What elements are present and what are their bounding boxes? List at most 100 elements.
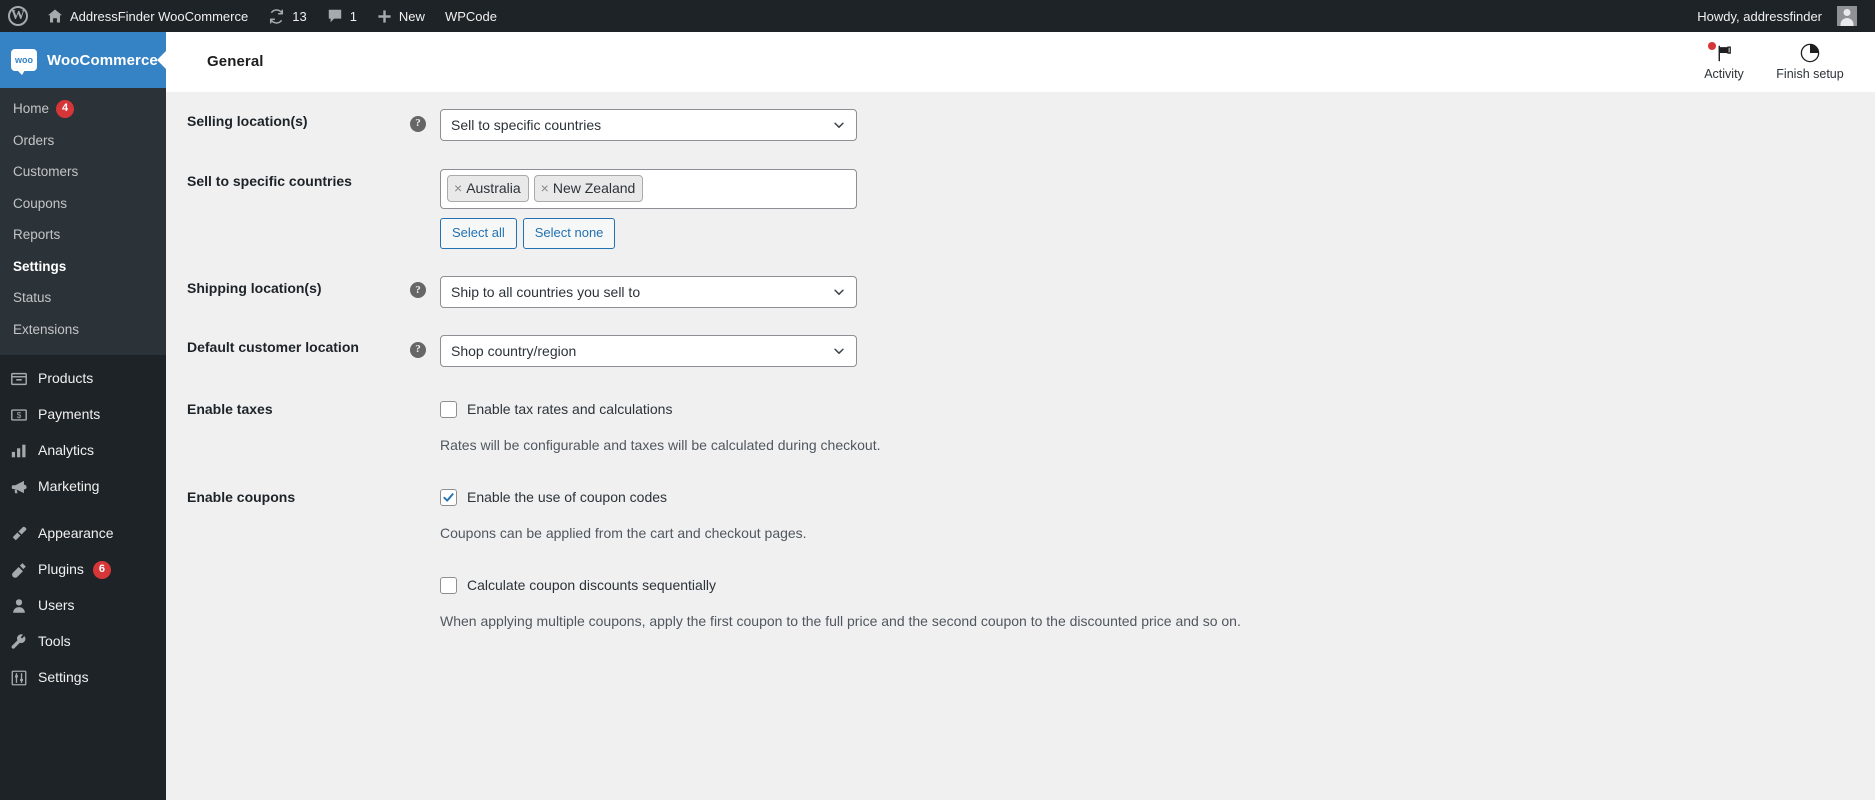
- default-customer-location-select[interactable]: Shop country/region: [440, 335, 857, 368]
- sidebar-item-status[interactable]: Status: [0, 282, 166, 314]
- sidebar-item-label: Status: [13, 290, 52, 306]
- wpcode-menu[interactable]: WPCode: [435, 0, 507, 32]
- sidebar-item-customers[interactable]: Customers: [0, 156, 166, 188]
- chevron-down-icon: [832, 344, 846, 358]
- sidebar-item-analytics[interactable]: Analytics: [0, 433, 166, 469]
- sidebar-item-appearance[interactable]: Appearance: [0, 516, 166, 552]
- plus-icon: [377, 9, 392, 24]
- woocommerce-submenu: Home 4 Orders Customers Coupons Reports …: [0, 88, 166, 355]
- enable-coupons-help-cell: [410, 466, 440, 642]
- row-enable-taxes: Enable taxes Enable tax rates and calcul…: [166, 378, 1875, 466]
- wp-main-menu: Products $ Payments Analytics Marketing: [0, 355, 166, 696]
- main-content: General Activity Finish setup Selling lo…: [166, 32, 1875, 800]
- site-name-menu[interactable]: AddressFinder WooCommerce: [37, 0, 258, 32]
- sidebar-item-marketing[interactable]: Marketing: [0, 469, 166, 505]
- shipping-locations-select[interactable]: Ship to all countries you sell to: [440, 275, 857, 308]
- sequential-coupons-check-row[interactable]: Calculate coupon discounts sequentially: [440, 575, 1865, 596]
- home-badge: 4: [56, 99, 75, 118]
- sidebar-item-wp-settings[interactable]: Settings: [0, 660, 166, 696]
- woocommerce-header: General Activity Finish setup: [166, 32, 1875, 92]
- plugins-badge: 6: [92, 560, 112, 579]
- sidebar-item-products[interactable]: Products: [0, 361, 166, 397]
- selling-locations-help-cell: ?: [410, 92, 440, 152]
- wpcode-label: WPCode: [444, 8, 497, 24]
- country-token[interactable]: × Australia: [447, 175, 529, 203]
- sidebar-item-woocommerce[interactable]: woo WooCommerce: [0, 32, 166, 88]
- sidebar-item-coupons[interactable]: Coupons: [0, 188, 166, 220]
- row-sell-to-specific-countries: Sell to specific countries × Australia ×…: [166, 152, 1875, 259]
- remove-token-icon[interactable]: ×: [454, 181, 462, 195]
- shipping-locations-field-cell: Ship to all countries you sell to: [440, 259, 1875, 319]
- help-icon[interactable]: ?: [410, 282, 426, 299]
- howdy-label: Howdy, addressfinder: [1697, 8, 1822, 24]
- selling-locations-select[interactable]: Sell to specific countries: [440, 109, 857, 141]
- default-customer-location-value: Shop country/region: [451, 343, 577, 360]
- default-customer-location-help-cell: ?: [410, 318, 440, 378]
- sidebar-item-label: Coupons: [13, 195, 68, 211]
- updates-menu[interactable]: 13: [258, 0, 316, 32]
- sidebar-item-home[interactable]: Home 4: [0, 93, 166, 125]
- shipping-locations-label: Shipping location(s): [187, 279, 322, 296]
- enable-taxes-check-row[interactable]: Enable tax rates and calculations: [440, 399, 1865, 420]
- select-all-button[interactable]: Select all: [440, 217, 517, 249]
- country-token-label: Australia: [466, 180, 521, 196]
- help-icon[interactable]: ?: [410, 341, 426, 358]
- sidebar-item-reports[interactable]: Reports: [0, 219, 166, 251]
- finish-setup-progress-icon: [1799, 42, 1821, 64]
- row-enable-coupons: Enable coupons Enable the use of coupon …: [166, 466, 1875, 642]
- sidebar-item-label: Appearance: [38, 524, 114, 541]
- finish-setup-button[interactable]: Finish setup: [1767, 42, 1853, 81]
- sell-to-specific-countries-field-cell: × Australia × New Zealand Select all Sel…: [440, 152, 1875, 259]
- country-multiselect[interactable]: × Australia × New Zealand: [440, 168, 857, 209]
- sidebar-item-payments[interactable]: $ Payments: [0, 397, 166, 433]
- updates-count: 13: [292, 8, 307, 24]
- general-settings-table: Selling location(s) ? Sell to specific c…: [166, 92, 1875, 642]
- admin-bar: W AddressFinder WooCommerce 13 1 New WPC…: [0, 0, 1875, 32]
- sell-to-specific-countries-label: Sell to specific countries: [187, 172, 352, 189]
- selling-locations-field-cell: Sell to specific countries: [440, 92, 1875, 152]
- sidebar-current-arrow: [157, 51, 166, 69]
- enable-coupons-check-row[interactable]: Enable the use of coupon codes: [440, 487, 1865, 508]
- my-account-menu[interactable]: Howdy, addressfinder: [1687, 0, 1875, 32]
- sidebar-item-extensions[interactable]: Extensions: [0, 314, 166, 346]
- default-customer-location-label: Default customer location: [187, 339, 359, 356]
- sidebar-brand-label: WooCommerce: [47, 51, 158, 69]
- activity-panel-button[interactable]: Activity: [1681, 42, 1767, 81]
- comments-count: 1: [349, 8, 357, 24]
- sidebar-item-orders[interactable]: Orders: [0, 125, 166, 157]
- sell-to-specific-countries-help-cell: [410, 152, 440, 259]
- avatar: [1837, 6, 1857, 26]
- enable-taxes-checkbox[interactable]: [440, 400, 457, 418]
- sidebar-item-users[interactable]: Users: [0, 588, 166, 624]
- admin-sidebar: woo WooCommerce Home 4 Orders Customers …: [0, 32, 166, 800]
- sidebar-item-label: Settings: [13, 258, 67, 274]
- sequential-coupons-checkbox[interactable]: [440, 576, 457, 594]
- settings-form: Selling location(s) ? Sell to specific c…: [166, 92, 1875, 642]
- enable-coupons-field-cell: Enable the use of coupon codes Coupons c…: [440, 466, 1875, 642]
- wordpress-logo-menu[interactable]: W: [0, 0, 37, 32]
- country-token[interactable]: × New Zealand: [533, 175, 644, 203]
- sidebar-divider: [0, 505, 166, 516]
- selling-locations-value: Sell to specific countries: [451, 117, 602, 133]
- page-title: General: [207, 53, 264, 70]
- remove-token-icon[interactable]: ×: [541, 181, 549, 195]
- shipping-locations-help-cell: ?: [410, 259, 440, 319]
- comments-menu[interactable]: 1: [317, 0, 367, 32]
- sidebar-item-tools[interactable]: Tools: [0, 624, 166, 660]
- enable-coupons-checkbox-label: Enable the use of coupon codes: [467, 488, 668, 505]
- chevron-down-icon: [832, 285, 846, 299]
- sidebar-item-label: Products: [38, 369, 94, 386]
- select-none-button[interactable]: Select none: [522, 217, 616, 249]
- enable-taxes-help-cell: [410, 378, 440, 466]
- users-icon: [9, 596, 29, 616]
- sidebar-item-label: Customers: [13, 164, 79, 180]
- analytics-icon: [9, 441, 29, 461]
- plugins-icon: [9, 560, 29, 580]
- sidebar-item-label: Orders: [13, 132, 55, 148]
- enable-coupons-checkbox[interactable]: [440, 488, 457, 506]
- help-icon[interactable]: ?: [410, 115, 426, 132]
- sidebar-item-plugins[interactable]: Plugins 6: [0, 552, 166, 588]
- products-icon: [9, 369, 29, 389]
- sidebar-item-settings[interactable]: Settings: [0, 251, 166, 283]
- new-content-menu[interactable]: New: [367, 0, 435, 32]
